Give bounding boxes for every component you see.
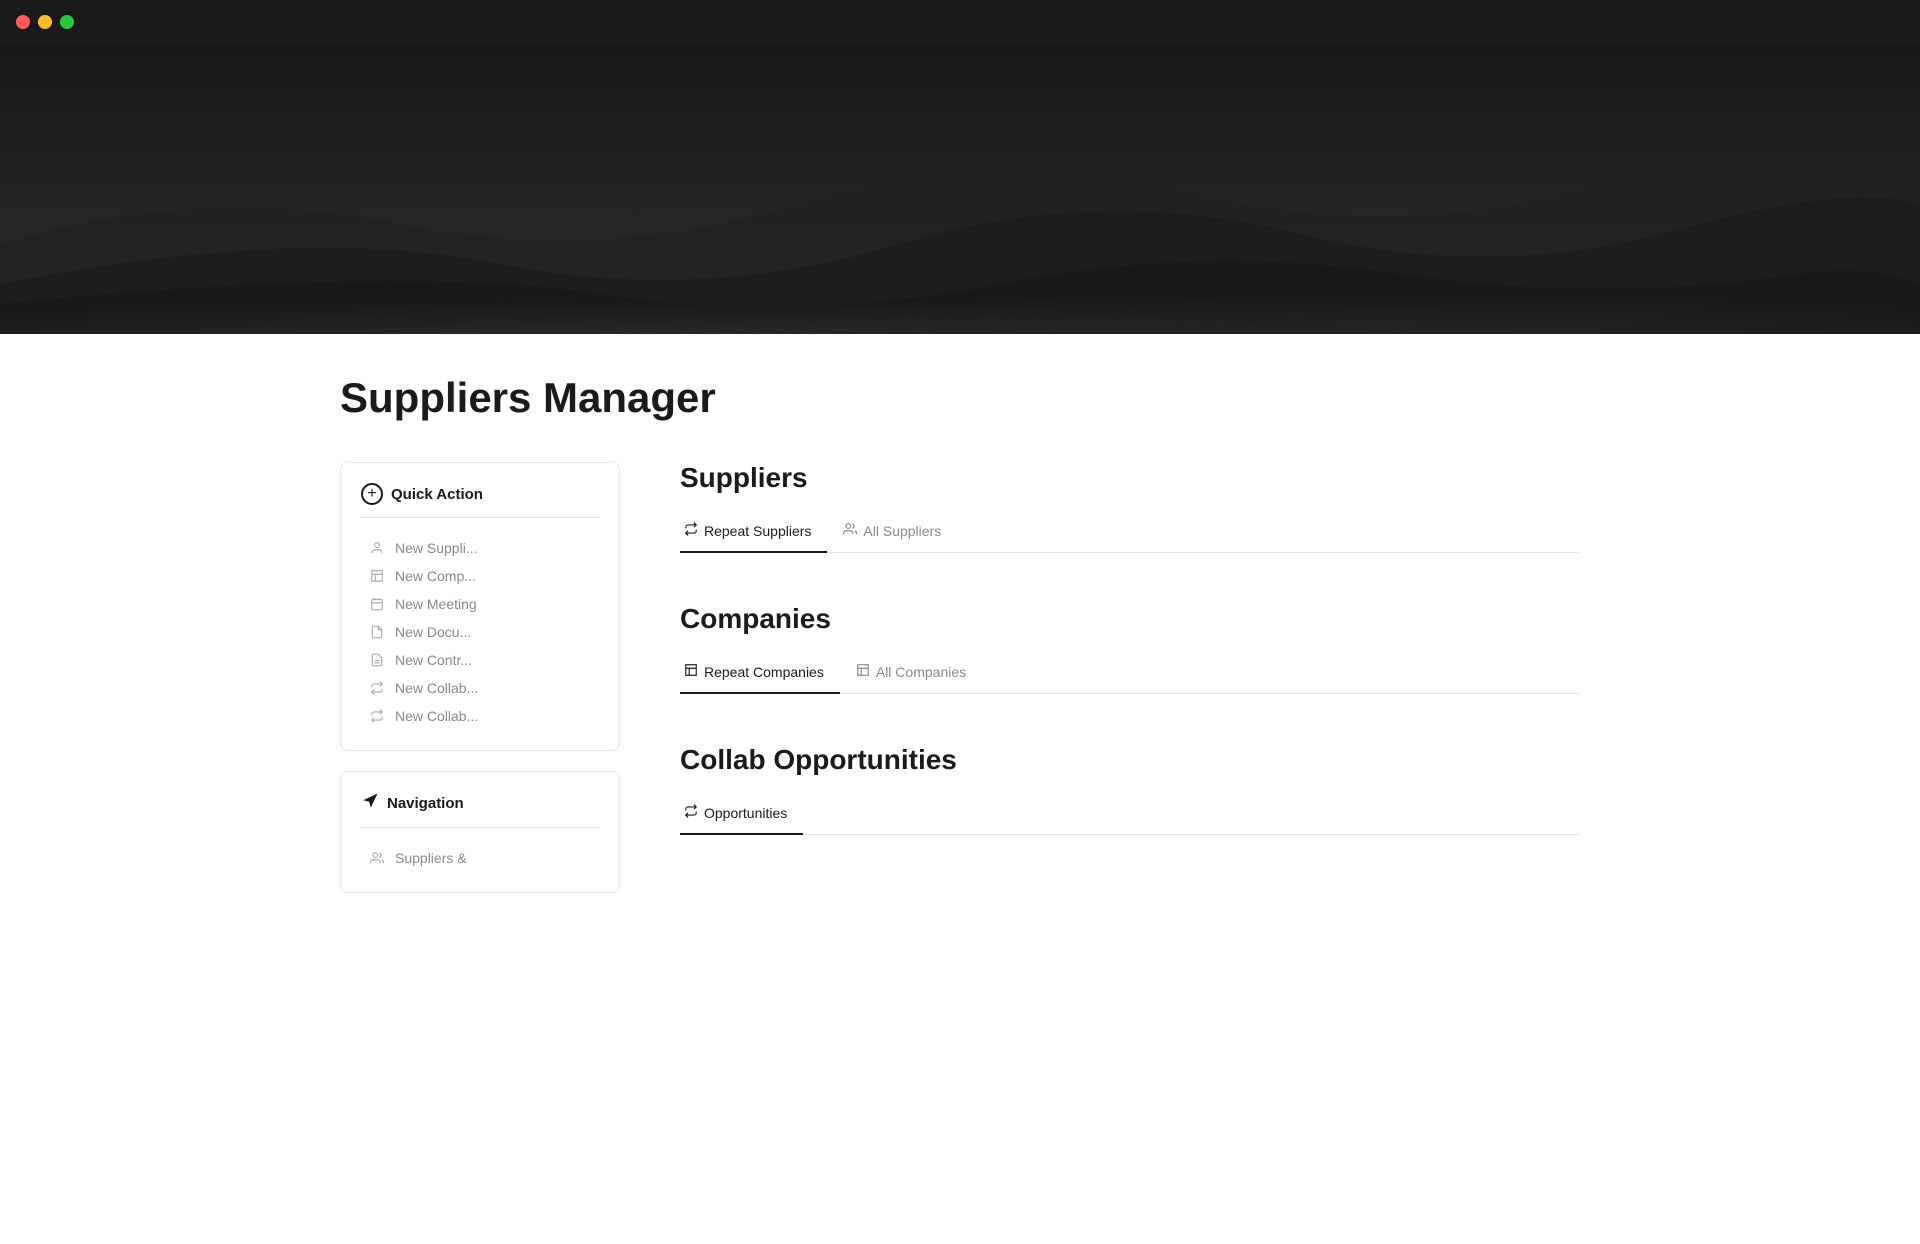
building-icon (369, 568, 385, 584)
opportunities-label: Opportunities (704, 805, 787, 821)
suppliers-nav-item[interactable]: Suppliers & (361, 844, 599, 872)
calendar-icon (369, 596, 385, 612)
opportunities-icon (684, 804, 698, 821)
share-icon-2 (369, 708, 385, 724)
navigation-header: Navigation (361, 792, 599, 828)
new-supplier-item[interactable]: New Suppli... (361, 534, 599, 562)
repeat-suppliers-tab[interactable]: Repeat Suppliers (680, 514, 827, 553)
minimize-button[interactable] (38, 15, 52, 29)
new-contract-item[interactable]: New Contr... (361, 646, 599, 674)
all-companies-icon (856, 663, 870, 680)
all-companies-label: All Companies (876, 664, 966, 680)
collab-title: Collab Opportunities (680, 744, 1580, 776)
new-collab-item-1[interactable]: New Collab... (361, 674, 599, 702)
person-icon (369, 540, 385, 556)
companies-section: Companies Repeat Companies (680, 603, 1580, 694)
new-company-label: New Comp... (395, 568, 476, 584)
companies-title: Companies (680, 603, 1580, 635)
repeat-companies-icon (684, 663, 698, 680)
suppliers-tabs: Repeat Suppliers All Suppliers (680, 514, 1580, 553)
maximize-button[interactable] (60, 15, 74, 29)
suppliers-section: Suppliers Repeat Suppliers (680, 462, 1580, 553)
companies-tabs: Repeat Companies All Companies (680, 655, 1580, 694)
quick-action-title: Quick Action (391, 486, 483, 503)
new-meeting-label: New Meeting (395, 596, 477, 612)
navigation-card: Navigation Suppliers & (340, 771, 620, 893)
quick-action-header: + Quick Action (361, 483, 599, 518)
repeat-suppliers-icon (684, 522, 698, 539)
main-layout: + Quick Action New Suppli... (340, 462, 1580, 893)
new-meeting-item[interactable]: New Meeting (361, 590, 599, 618)
new-contract-label: New Contr... (395, 652, 472, 668)
new-company-item[interactable]: New Comp... (361, 562, 599, 590)
share-icon-1 (369, 680, 385, 696)
new-supplier-label: New Suppli... (395, 540, 477, 556)
all-companies-tab[interactable]: All Companies (852, 655, 982, 694)
page-title: Suppliers Manager (340, 374, 1580, 422)
new-collab-label-1: New Collab... (395, 680, 478, 696)
opportunities-tab[interactable]: Opportunities (680, 796, 803, 835)
repeat-companies-label: Repeat Companies (704, 664, 824, 680)
plus-icon[interactable]: + (361, 483, 383, 505)
navigation-icon (361, 792, 379, 815)
main-content: Suppliers Repeat Suppliers (680, 462, 1580, 885)
suppliers-title: Suppliers (680, 462, 1580, 494)
hero-banner (0, 44, 1920, 334)
sidebar: + Quick Action New Suppli... (340, 462, 620, 893)
repeat-companies-tab[interactable]: Repeat Companies (680, 655, 840, 694)
repeat-suppliers-label: Repeat Suppliers (704, 523, 811, 539)
people-icon (369, 850, 385, 866)
collab-tabs: Opportunities (680, 796, 1580, 835)
new-collab-item-2[interactable]: New Collab... (361, 702, 599, 730)
suppliers-nav-label: Suppliers & (395, 850, 467, 866)
page-content: Suppliers Manager + Quick Action (260, 334, 1660, 973)
all-suppliers-tab[interactable]: All Suppliers (839, 514, 957, 553)
collab-section: Collab Opportunities Opportunities (680, 744, 1580, 835)
document-list-icon (369, 652, 385, 668)
new-document-label: New Docu... (395, 624, 471, 640)
all-suppliers-icon (843, 522, 857, 539)
title-bar (0, 0, 1920, 44)
document-icon (369, 624, 385, 640)
new-document-item[interactable]: New Docu... (361, 618, 599, 646)
navigation-title: Navigation (387, 795, 464, 812)
close-button[interactable] (16, 15, 30, 29)
all-suppliers-label: All Suppliers (863, 523, 941, 539)
quick-action-card: + Quick Action New Suppli... (340, 462, 620, 751)
new-collab-label-2: New Collab... (395, 708, 478, 724)
